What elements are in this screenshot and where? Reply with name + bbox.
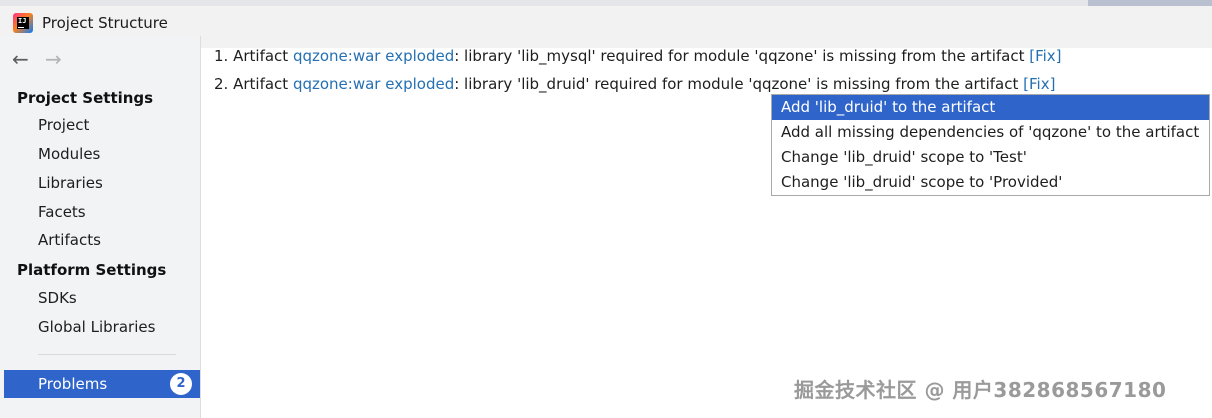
sidebar-item-sdks[interactable]: SDKs: [38, 289, 77, 307]
menu-item-add-lib-druid[interactable]: Add 'lib_druid' to the artifact: [772, 95, 1209, 120]
problem-prefix: Artifact: [233, 75, 289, 93]
window-title: Project Structure: [42, 14, 168, 32]
sidebar-item-artifacts[interactable]: Artifacts: [38, 231, 101, 249]
sidebar: ← → Project Settings Project Modules Lib…: [0, 36, 201, 418]
project-settings-header: Project Settings: [17, 89, 154, 107]
problem-message: : library 'lib_druid' required for modul…: [454, 75, 1019, 93]
sidebar-item-problems[interactable]: Problems 2: [4, 370, 200, 398]
fix-link[interactable]: [Fix]: [1029, 47, 1061, 65]
back-arrow-icon[interactable]: ←: [12, 47, 29, 71]
background-window-strip: [0, 0, 1212, 6]
problem-prefix: Artifact: [233, 47, 289, 65]
artifact-link[interactable]: qqzone:war exploded: [293, 75, 454, 93]
menu-item-scope-test[interactable]: Change 'lib_druid' scope to 'Test': [772, 145, 1209, 170]
problems-count-badge: 2: [170, 373, 192, 395]
sidebar-item-project[interactable]: Project: [38, 116, 89, 134]
sidebar-item-modules[interactable]: Modules: [38, 145, 100, 163]
forward-arrow-icon[interactable]: →: [45, 47, 62, 71]
problem-index: 2.: [214, 75, 229, 93]
artifact-link[interactable]: qqzone:war exploded: [293, 47, 454, 65]
sidebar-item-global-libraries[interactable]: Global Libraries: [38, 318, 155, 336]
sidebar-item-facets[interactable]: Facets: [38, 203, 86, 221]
menu-item-scope-provided[interactable]: Change 'lib_druid' scope to 'Provided': [772, 170, 1209, 195]
fix-popup-menu: Add 'lib_druid' to the artifact Add all …: [771, 94, 1210, 196]
problem-index: 1.: [214, 47, 229, 65]
problem-item-2: 2. Artifact qqzone:war exploded: library…: [214, 75, 1055, 93]
watermark: 掘金技术社区 @ 用户382868567180: [794, 378, 1167, 402]
menu-item-add-all-missing[interactable]: Add all missing dependencies of 'qqzone'…: [772, 120, 1209, 145]
intellij-idea-icon: IJ: [13, 13, 33, 33]
sidebar-item-libraries[interactable]: Libraries: [38, 174, 103, 192]
problems-label: Problems: [38, 375, 108, 393]
problem-message: : library 'lib_mysql' required for modul…: [454, 47, 1025, 65]
fix-link[interactable]: [Fix]: [1023, 75, 1055, 93]
platform-settings-header: Platform Settings: [17, 261, 167, 279]
problem-item-1: 1. Artifact qqzone:war exploded: library…: [214, 47, 1062, 65]
sidebar-divider: [38, 354, 176, 355]
